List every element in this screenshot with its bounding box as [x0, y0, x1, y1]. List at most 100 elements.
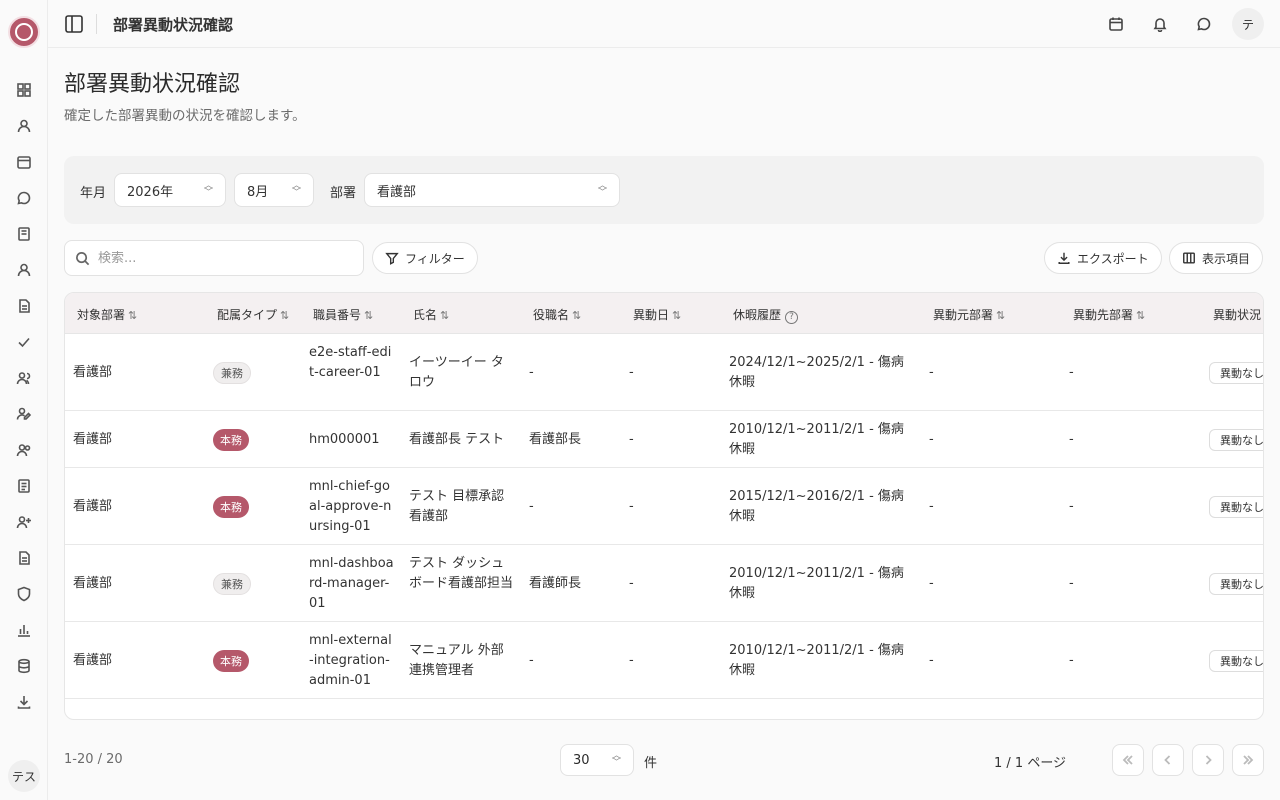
chevron-updown-icon: ︿ ﹀ — [291, 181, 301, 198]
calendar-icon[interactable] — [1100, 8, 1132, 40]
column-header-label: 休暇履歴 — [733, 308, 782, 322]
transfer-status-badge: 異動なし — [1209, 428, 1263, 451]
users-icon[interactable] — [0, 360, 48, 396]
cell-leave-history: 2010/12/1~2011/2/1 - 傷病休暇 — [729, 642, 904, 678]
shield-icon[interactable] — [0, 576, 48, 612]
table-header: 対象部署 ⇅ 配属タイプ ⇅ 職員番号 ⇅ 氏名 ⇅ 役職名 ⇅ 異動日 ⇅ 休暇履歴? 異動元部署 ⇅ 異動… — [65, 293, 1263, 334]
filter-icon — [385, 252, 399, 265]
cell-leave-history: 2024/12/1~2025/2/1 - 傷病休暇 — [729, 354, 904, 390]
cell-staff-id: mnl-master — [309, 717, 395, 719]
document-icon[interactable] — [0, 288, 48, 324]
file-icon[interactable] — [0, 540, 48, 576]
column-header[interactable]: 異動状況 — [1213, 306, 1261, 323]
column-header-label: 異動先部署 — [1073, 308, 1134, 322]
cell-leave-history: 2010/12/1~2011/2/1 - 傷病休暇 — [729, 565, 904, 601]
column-header[interactable]: 氏名 ⇅ — [413, 306, 449, 323]
table-row[interactable]: 看護部 兼務 mnl-dashboard-manager-01 テスト ダッシュボード… — [65, 545, 1263, 622]
sidebar-toggle-icon[interactable] — [64, 14, 84, 34]
first-page-button[interactable] — [1112, 744, 1144, 776]
export-button[interactable]: エクスポート — [1044, 242, 1162, 274]
header-avatar[interactable]: テ — [1232, 8, 1264, 40]
table-row[interactable]: 看護部 本務 hm000001 看護部長 テスト 看護部長 - 2010/12/1~2011… — [65, 411, 1263, 468]
column-header[interactable]: 異動先部署 ⇅ — [1073, 306, 1145, 323]
page-description: 確定した部署異動の状況を確認します。 — [64, 108, 306, 124]
cell-staff-id: hm000001 — [309, 431, 380, 447]
table-row[interactable]: 看護部 本務 mnl-external-integration-admin-01 マニ… — [65, 622, 1263, 699]
chevron-updown-icon: ︿ ﹀ — [597, 181, 607, 198]
calendar-icon[interactable] — [0, 144, 48, 180]
app-logo[interactable] — [8, 16, 40, 48]
help-icon[interactable]: ? — [785, 311, 799, 324]
page-size-unit: 件 — [644, 756, 658, 771]
check-icon[interactable] — [0, 324, 48, 360]
sort-icon[interactable]: ⇅ — [572, 309, 581, 322]
list-icon[interactable] — [0, 468, 48, 504]
column-header-label: 異動日 — [633, 308, 670, 322]
sort-icon[interactable]: ⇅ — [364, 309, 373, 322]
search-input[interactable] — [98, 250, 348, 266]
chat-icon[interactable] — [1188, 8, 1220, 40]
user-plus-icon[interactable] — [0, 504, 48, 540]
assignment-type-badge: 兼務 — [213, 572, 251, 595]
cell-staff-id: e2e-staff-edit-career-01 — [309, 344, 392, 380]
page-size-select[interactable]: 30 ︿ ﹀ — [560, 744, 634, 776]
column-header-label: 氏名 — [413, 308, 438, 322]
department-value: 看護部 — [377, 184, 417, 200]
column-header[interactable]: 職員番号 ⇅ — [313, 306, 373, 323]
cell-name: テスト ダッシュボード看護部担当 — [409, 555, 514, 591]
column-header[interactable]: 休暇履歴? — [733, 306, 799, 324]
sort-icon[interactable]: ⇅ — [280, 309, 289, 322]
database-icon[interactable] — [0, 648, 48, 684]
column-header[interactable]: 対象部署 ⇅ — [77, 306, 137, 323]
chevron-updown-icon: ︿ ﹀ — [611, 751, 621, 768]
table-row[interactable]: 看護部 兼務 e2e-staff-edit-career-01 イーツーイー タロウ -… — [65, 334, 1263, 411]
column-header[interactable]: 異動日 ⇅ — [633, 306, 681, 323]
book-icon[interactable] — [0, 216, 48, 252]
person-icon[interactable] — [0, 252, 48, 288]
last-page-button[interactable] — [1232, 744, 1264, 776]
bar-chart-icon[interactable] — [0, 612, 48, 648]
table-row[interactable]: 看護部 本務 mnl-chief-goal-approve-nursing-01 テス… — [65, 468, 1263, 545]
cell-position: - — [529, 364, 534, 380]
cell-name: イーツーイー タロウ — [409, 354, 504, 390]
user-icon[interactable] — [0, 108, 48, 144]
search-icon — [76, 251, 90, 265]
column-header[interactable]: 役職名 ⇅ — [533, 306, 581, 323]
assignment-type-badge: 兼務 — [213, 361, 251, 384]
filter-button[interactable]: フィルター — [372, 242, 478, 274]
result-range: 1-20 / 20 — [64, 752, 123, 767]
column-header[interactable]: 配属タイプ ⇅ — [217, 306, 289, 323]
column-header-label: 役職名 — [533, 308, 570, 322]
cell-position: 看護師長 — [529, 575, 582, 591]
columns-button[interactable]: 表示項目 — [1169, 242, 1264, 274]
sort-icon[interactable]: ⇅ — [1136, 309, 1145, 322]
page-size-value: 30 — [573, 752, 590, 768]
download-icon — [1058, 252, 1070, 264]
transfer-status-badge: 異動なし — [1209, 649, 1263, 672]
table-row[interactable]: mnl-master — [65, 699, 1263, 719]
transfer-status-badge: 異動なし — [1209, 361, 1263, 384]
cell-department: 看護部 — [73, 652, 113, 668]
assignment-type-badge: 本務 — [213, 428, 249, 451]
year-select[interactable]: 2026年 ︿ ﹀ — [114, 173, 226, 207]
department-select[interactable]: 看護部 ︿ ﹀ — [364, 173, 620, 207]
transfer-status-badge: 異動なし — [1209, 495, 1263, 518]
prev-page-button[interactable] — [1152, 744, 1184, 776]
sort-icon[interactable]: ⇅ — [128, 309, 137, 322]
dashboard-icon[interactable] — [0, 72, 48, 108]
team-icon[interactable] — [0, 432, 48, 468]
download-icon[interactable] — [0, 684, 48, 720]
user-edit-icon[interactable] — [0, 396, 48, 432]
chat-icon[interactable] — [0, 180, 48, 216]
month-select[interactable]: 8月 ︿ ﹀ — [234, 173, 314, 207]
sort-icon[interactable]: ⇅ — [672, 309, 681, 322]
sort-icon[interactable]: ⇅ — [440, 309, 449, 322]
page-info: 1 / 1 ページ — [994, 756, 1067, 771]
sort-icon[interactable]: ⇅ — [996, 309, 1005, 322]
user-avatar[interactable]: テス — [8, 760, 40, 792]
bell-icon[interactable] — [1144, 8, 1176, 40]
next-page-button[interactable] — [1192, 744, 1224, 776]
cell-leave-history: 2015/12/1~2016/2/1 - 傷病休暇 — [729, 488, 904, 524]
column-header[interactable]: 異動元部署 ⇅ — [933, 306, 1005, 323]
cell-staff-id: mnl-external-integration-admin-01 — [309, 632, 392, 688]
